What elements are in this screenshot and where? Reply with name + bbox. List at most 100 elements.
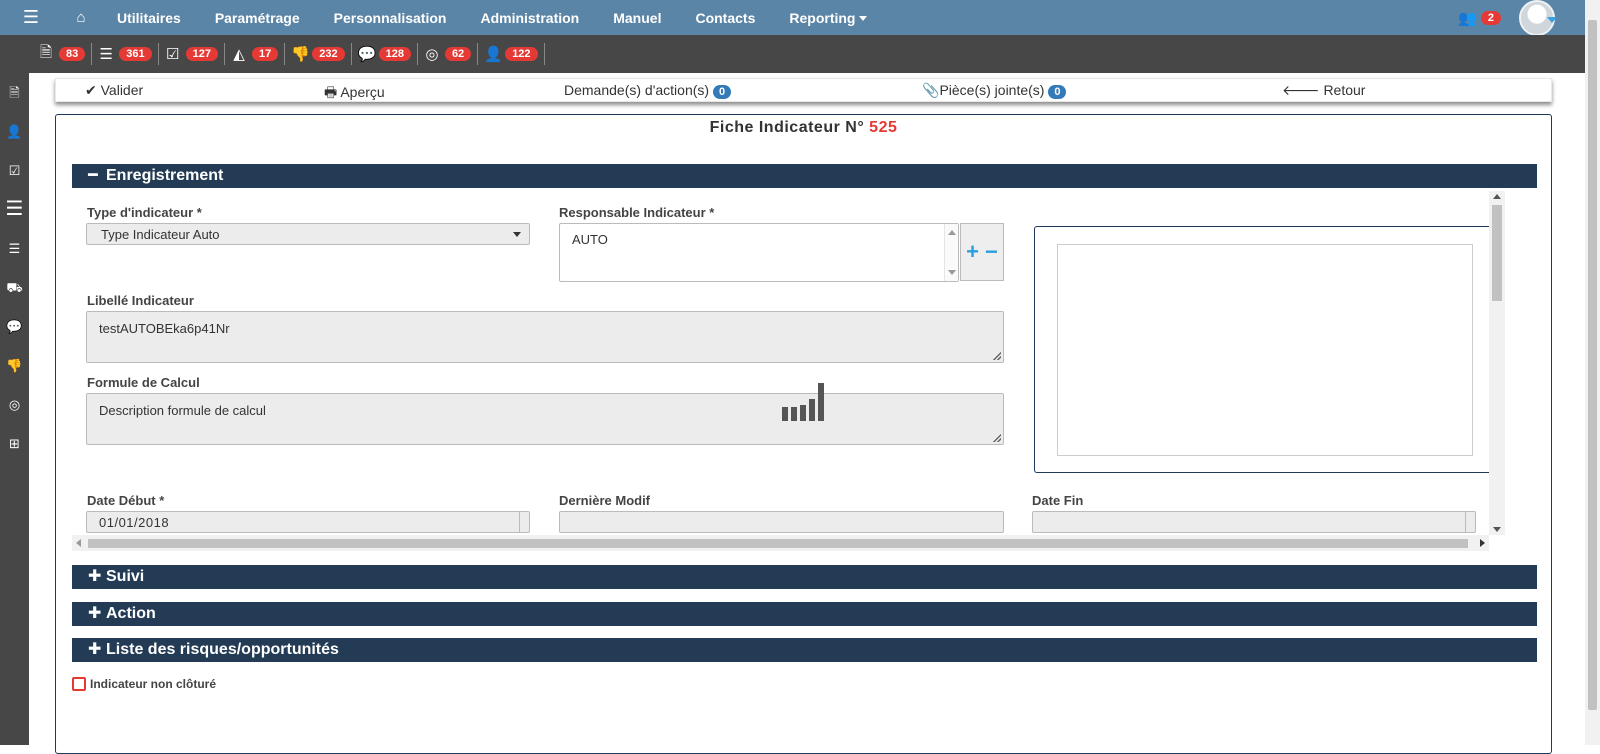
shortcut-count: 17: [251, 47, 279, 61]
nav-personnalisation[interactable]: Personnalisation: [317, 10, 464, 26]
loading-spinner-icon: [782, 383, 824, 421]
nav-utilitaires[interactable]: Utilitaires: [100, 10, 198, 26]
loader-bar: [791, 407, 797, 421]
libelle-value: testAUTOBEka6p41Nr: [99, 321, 230, 336]
truck-icon[interactable]: ⛟: [0, 268, 29, 307]
shortcut-documents[interactable]: 🗎 83: [38, 43, 93, 65]
non-cloture-checkbox[interactable]: [72, 677, 86, 691]
back-button[interactable]: 🡐 Retour: [1282, 82, 1365, 99]
shortcut-support[interactable]: ◎ 62: [424, 43, 479, 65]
plus-icon[interactable]: +: [966, 239, 979, 265]
attachments-badge: 0: [1048, 85, 1067, 99]
shortcut-comments[interactable]: 💬 128: [358, 43, 418, 65]
section-enregistrement-title: Enregistrement: [106, 167, 224, 184]
shortcut-nonconformities[interactable]: 👎 232: [291, 43, 352, 65]
responsable-list[interactable]: AUTO: [559, 223, 959, 282]
scroll-down-icon[interactable]: [948, 270, 956, 275]
shortcut-processes[interactable]: ☰ 361: [98, 43, 159, 65]
scroll-right-icon[interactable]: [1480, 539, 1485, 547]
nav-parametrage[interactable]: Paramétrage: [198, 10, 317, 26]
date-debut-addon[interactable]: [519, 512, 529, 532]
page-title: Fiche Indicateur N° 525: [56, 119, 1551, 137]
medkit-icon[interactable]: ⊞: [0, 424, 29, 463]
loader-bar: [809, 399, 815, 421]
comment-icon[interactable]: 💬: [0, 307, 29, 346]
section-action-header[interactable]: ✚ Action: [72, 602, 1537, 626]
indicator-card: Fiche Indicateur N° 525 ━ Enregistrement …: [55, 114, 1552, 754]
life-ring-icon[interactable]: ◎: [0, 385, 29, 424]
resize-grip-icon[interactable]: [993, 434, 1001, 442]
avatar-chevron-icon: [1547, 16, 1557, 23]
responsable-list-scrollbar[interactable]: [944, 224, 958, 281]
users-group-icon[interactable]: 👥: [1458, 9, 1477, 27]
preview-label: Aperçu: [340, 84, 385, 100]
shortcut-indicators[interactable]: ◭ 17: [231, 43, 286, 65]
minus-icon[interactable]: −: [985, 239, 998, 265]
scroll-down-icon[interactable]: [1493, 527, 1501, 532]
date-debut-value: 01/01/2018: [99, 515, 170, 530]
validate-label: Valider: [100, 82, 144, 98]
section-suivi-header[interactable]: ✚ Suivi: [72, 565, 1537, 589]
indicator-number: 525: [869, 119, 898, 136]
panel-vertical-scrollbar[interactable]: [1489, 191, 1505, 535]
area-chart-icon: ◭: [233, 46, 245, 63]
libelle-textarea[interactable]: testAUTOBEka6p41Nr: [86, 311, 1004, 363]
type-select-value: Type Indicateur Auto: [101, 227, 220, 242]
page-scrollbar[interactable]: [1585, 0, 1600, 745]
shortcut-count: 361: [119, 47, 152, 61]
resize-grip-icon[interactable]: [993, 352, 1001, 360]
attachments-button[interactable]: 📎Pièce(s) jointe(s) 0: [922, 82, 1067, 99]
panel-horizontal-scrollbar[interactable]: [72, 535, 1489, 551]
panel-horizontal-scrollbar-thumb[interactable]: [88, 539, 1468, 548]
panel-vertical-scrollbar-thumb[interactable]: [1492, 205, 1502, 301]
shortcut-count: 127: [185, 47, 218, 61]
thumbs-down-icon: 👎: [291, 46, 310, 63]
server-icon[interactable]: ☰: [0, 190, 29, 229]
image-preview-frame: [1034, 226, 1504, 473]
date-fin-input[interactable]: [1032, 511, 1476, 533]
shortcut-users[interactable]: 👤 122: [484, 43, 545, 65]
section-enregistrement-header[interactable]: ━ Enregistrement: [72, 164, 1537, 188]
date-fin-addon[interactable]: [1465, 512, 1475, 532]
page-scrollbar-thumb[interactable]: [1588, 20, 1597, 710]
section-risques-header[interactable]: ✚ Liste des risques/opportunités: [72, 638, 1537, 662]
nav-manuel[interactable]: Manuel: [596, 10, 678, 26]
hamburger-menu-icon[interactable]: ☰: [0, 7, 62, 28]
date-fin-label: Date Fin: [1032, 493, 1084, 508]
non-cloture-checkbox-row[interactable]: Indicateur non clôturé: [72, 677, 216, 691]
home-icon[interactable]: ⌂: [62, 9, 100, 26]
date-debut-input[interactable]: 01/01/2018: [86, 511, 530, 533]
nav-reporting-label: Reporting: [789, 9, 856, 26]
chevron-down-icon: [859, 16, 868, 22]
preview-button[interactable]: 🖶 Aperçu: [324, 82, 385, 106]
dropdown-caret-icon: [513, 232, 521, 237]
document-icon[interactable]: 🗎: [0, 73, 29, 112]
action-requests-button[interactable]: Demande(s) d'action(s) 0: [564, 82, 732, 99]
shortcut-count: 83: [59, 47, 86, 61]
derniere-modif-input[interactable]: [559, 511, 1004, 533]
plus-icon: ✚: [88, 605, 102, 622]
scroll-up-icon[interactable]: [1493, 194, 1501, 199]
scroll-up-icon[interactable]: [948, 230, 956, 235]
responsable-add-remove: + −: [960, 223, 1004, 281]
notifications-badge[interactable]: 2: [1480, 10, 1501, 25]
image-preview-area[interactable]: [1057, 244, 1473, 456]
nav-contacts[interactable]: Contacts: [678, 10, 772, 26]
check-square-icon[interactable]: ☑: [0, 151, 29, 190]
left-sidebar: 🗎 👤 ☑ ☰ ☰ ⛟ 💬 👎 ◎ ⊞: [0, 73, 29, 745]
shortcut-tasks[interactable]: ☑ 127: [165, 43, 225, 65]
thumbs-down-icon[interactable]: 👎: [0, 346, 29, 385]
validate-button[interactable]: ✔ Valider: [85, 82, 143, 99]
plus-icon: ✚: [88, 568, 102, 585]
type-select[interactable]: Type Indicateur Auto: [86, 223, 530, 245]
list-icon[interactable]: ☰: [0, 229, 29, 268]
nav-administration[interactable]: Administration: [463, 10, 596, 26]
avatar[interactable]: [1519, 0, 1557, 36]
shortcut-count: 122: [505, 47, 538, 61]
formule-textarea[interactable]: Description formule de calcul: [86, 393, 1004, 445]
responsable-value[interactable]: AUTO: [572, 232, 608, 247]
nav-reporting[interactable]: Reporting: [772, 10, 884, 26]
user-icon[interactable]: 👤: [0, 112, 29, 151]
scroll-left-icon[interactable]: [76, 539, 81, 547]
enregistrement-panel: Type d'indicateur * Type Indicateur Auto…: [72, 191, 1537, 555]
